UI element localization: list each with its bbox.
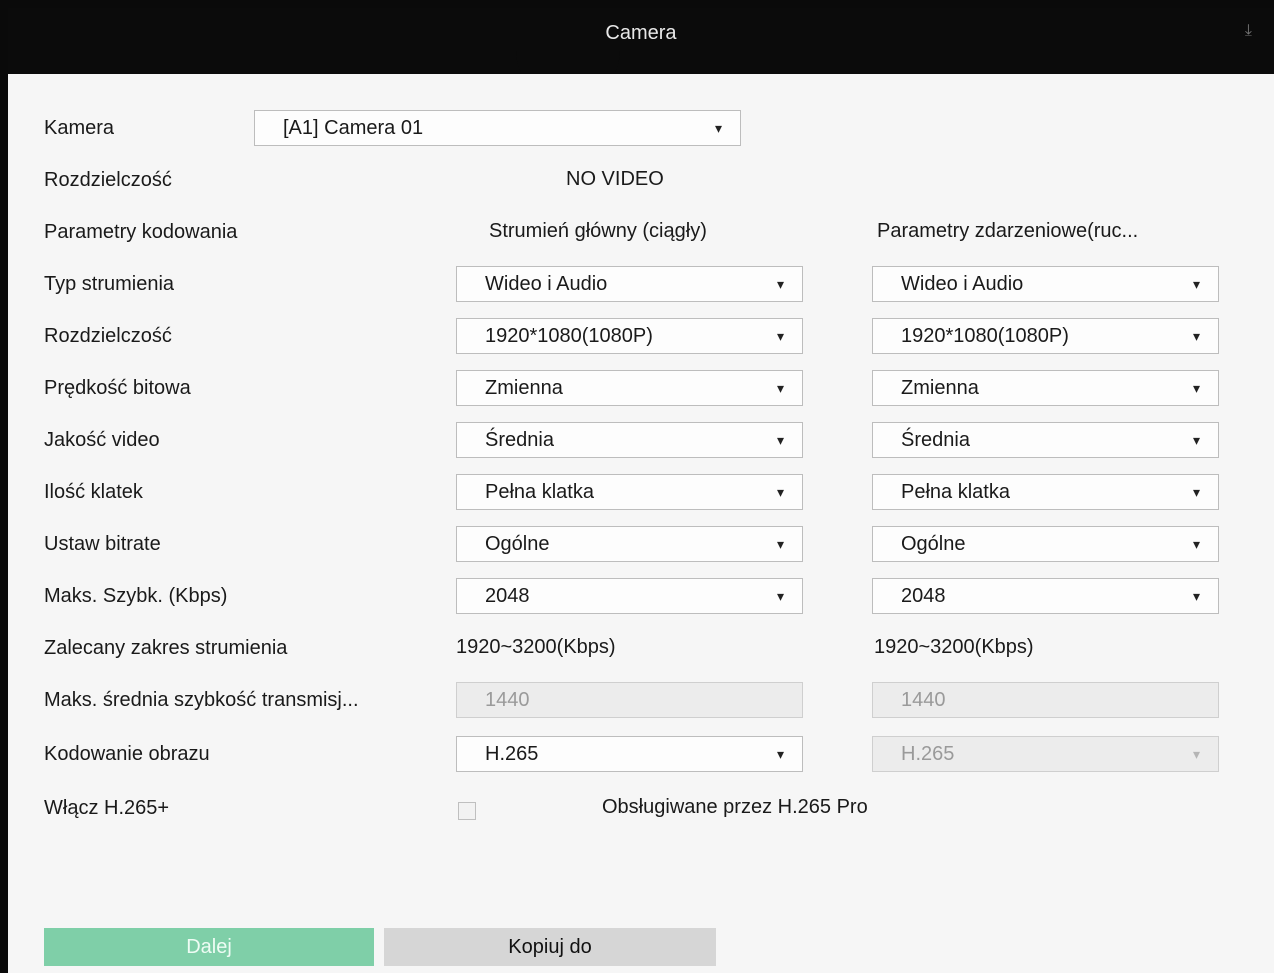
copy-to-button[interactable]: Kopiuj do [384, 928, 716, 966]
select-value: H.265 [901, 742, 955, 765]
no-video-text: NO VIDEO [566, 168, 664, 190]
window-title: Camera [605, 22, 677, 44]
resolution-label: Rozdzielczość [44, 324, 172, 347]
video-encoding-label: Kodowanie obrazu [44, 742, 210, 765]
dropdown-arrow-icon: ▾ [714, 120, 722, 136]
main-max-bitrate-select[interactable]: 2048 ▾ [456, 578, 803, 614]
title-bar: Camera ⤓ [8, 8, 1274, 74]
video-encoding-row: Kodowanie obrazu [44, 736, 454, 772]
dropdown-arrow-icon: ▾ [776, 328, 784, 344]
recommended-range-row: Zalecany zakres strumienia [44, 630, 454, 666]
dropdown-arrow-icon: ▾ [1192, 328, 1200, 344]
select-value: Ogólne [901, 532, 966, 555]
event-stream-type-select[interactable]: Wideo i Audio ▾ [872, 266, 1219, 302]
dropdown-arrow-icon: ▾ [1192, 746, 1200, 762]
dropdown-arrow-icon: ▾ [776, 746, 784, 762]
camera-settings-window: Camera ⤓ Kamera [A1] Camera 01 ▾ Rozdzie… [8, 8, 1274, 973]
dropdown-arrow-icon: ▾ [1192, 276, 1200, 292]
next-button[interactable]: Dalej [44, 928, 374, 966]
main-set-bitrate-select[interactable]: Ogólne ▾ [456, 526, 803, 562]
dropdown-arrow-icon: ▾ [776, 588, 784, 604]
download-icon[interactable]: ⤓ [1245, 22, 1252, 40]
h265plus-label: Włącz H.265+ [44, 796, 170, 819]
camera-select-value: [A1] Camera 01 [283, 116, 424, 139]
dropdown-arrow-icon: ▾ [776, 484, 784, 500]
select-value: Średnia [485, 428, 554, 451]
select-value: Wideo i Audio [485, 272, 608, 295]
select-value: 2048 [485, 584, 530, 607]
select-value: 2048 [901, 584, 946, 607]
select-value: Średnia [901, 428, 970, 451]
max-bitrate-row: Maks. Szybk. (Kbps) [44, 578, 454, 614]
select-value: Pełna klatka [901, 480, 1010, 503]
main-stream-header: Strumień główny (ciągły) [489, 220, 707, 242]
stream-type-label: Typ strumienia [44, 272, 175, 295]
dropdown-arrow-icon: ▾ [776, 536, 784, 552]
event-bitrate-type-select[interactable]: Zmienna ▾ [872, 370, 1219, 406]
encoding-params-row: Parametry kodowania [44, 214, 454, 250]
main-avg-rate-input[interactable]: 1440 [456, 682, 803, 718]
select-value: H.265 [485, 742, 539, 765]
dropdown-arrow-icon: ▾ [1192, 432, 1200, 448]
camera-select[interactable]: [A1] Camera 01 ▾ [254, 110, 741, 146]
event-avg-rate-input[interactable]: 1440 [872, 682, 1219, 718]
input-value: 1440 [485, 688, 530, 711]
frame-rate-label: Ilość klatek [44, 480, 143, 503]
input-value: 1440 [901, 688, 946, 711]
resolution-row: Rozdzielczość [44, 318, 454, 354]
bitrate-type-label: Prędkość bitowa [44, 376, 191, 399]
stream-type-row: Typ strumienia [44, 266, 454, 302]
dropdown-arrow-icon: ▾ [776, 380, 784, 396]
encoding-params-label: Parametry kodowania [44, 220, 238, 243]
main-recommended-range: 1920~3200(Kbps) [456, 636, 616, 658]
event-set-bitrate-select[interactable]: Ogólne ▾ [872, 526, 1219, 562]
event-max-bitrate-select[interactable]: 2048 ▾ [872, 578, 1219, 614]
h265-pro-note: Obsługiwane przez H.265 Pro [602, 796, 868, 818]
dropdown-arrow-icon: ▾ [1192, 588, 1200, 604]
avg-rate-row: Maks. średnia szybkość transmisj... [44, 682, 454, 718]
dropdown-arrow-icon: ▾ [1192, 484, 1200, 500]
video-quality-row: Jakość video [44, 422, 454, 458]
main-frame-rate-select[interactable]: Pełna klatka ▾ [456, 474, 803, 510]
main-video-quality-select[interactable]: Średnia ▾ [456, 422, 803, 458]
event-frame-rate-select[interactable]: Pełna klatka ▾ [872, 474, 1219, 510]
recommended-range-label: Zalecany zakres strumienia [44, 636, 288, 659]
event-video-quality-select[interactable]: Średnia ▾ [872, 422, 1219, 458]
dropdown-arrow-icon: ▾ [776, 432, 784, 448]
main-encoding-select[interactable]: H.265 ▾ [456, 736, 803, 772]
dropdown-arrow-icon: ▾ [1192, 536, 1200, 552]
select-value: Zmienna [485, 376, 563, 399]
resolution-info-row: Rozdzielczość [44, 162, 454, 198]
h265plus-checkbox[interactable] [458, 802, 476, 820]
resolution-info-label: Rozdzielczość [44, 168, 172, 191]
max-bitrate-label: Maks. Szybk. (Kbps) [44, 584, 228, 607]
select-value: Ogólne [485, 532, 550, 555]
main-bitrate-type-select[interactable]: Zmienna ▾ [456, 370, 803, 406]
event-recommended-range: 1920~3200(Kbps) [874, 636, 1034, 658]
dropdown-arrow-icon: ▾ [776, 276, 784, 292]
h265plus-row: Włącz H.265+ [44, 790, 454, 826]
main-resolution-select[interactable]: 1920*1080(1080P) ▾ [456, 318, 803, 354]
event-stream-header: Parametry zdarzeniowe(ruc... [877, 220, 1139, 242]
select-value: Pełna klatka [485, 480, 594, 503]
video-quality-label: Jakość video [44, 428, 160, 451]
main-stream-type-select[interactable]: Wideo i Audio ▾ [456, 266, 803, 302]
select-value: 1920*1080(1080P) [901, 324, 1069, 347]
select-value: Wideo i Audio [901, 272, 1024, 295]
select-value: Zmienna [901, 376, 979, 399]
set-bitrate-row: Ustaw bitrate [44, 526, 454, 562]
event-resolution-select[interactable]: 1920*1080(1080P) ▾ [872, 318, 1219, 354]
settings-panel: Kamera [A1] Camera 01 ▾ Rozdzielczość NO… [8, 74, 1274, 973]
bitrate-type-row: Prędkość bitowa [44, 370, 454, 406]
frame-rate-row: Ilość klatek [44, 474, 454, 510]
dropdown-arrow-icon: ▾ [1192, 380, 1200, 396]
event-encoding-select[interactable]: H.265 ▾ [872, 736, 1219, 772]
select-value: 1920*1080(1080P) [485, 324, 653, 347]
avg-rate-label: Maks. średnia szybkość transmisj... [44, 688, 359, 711]
set-bitrate-label: Ustaw bitrate [44, 532, 161, 555]
